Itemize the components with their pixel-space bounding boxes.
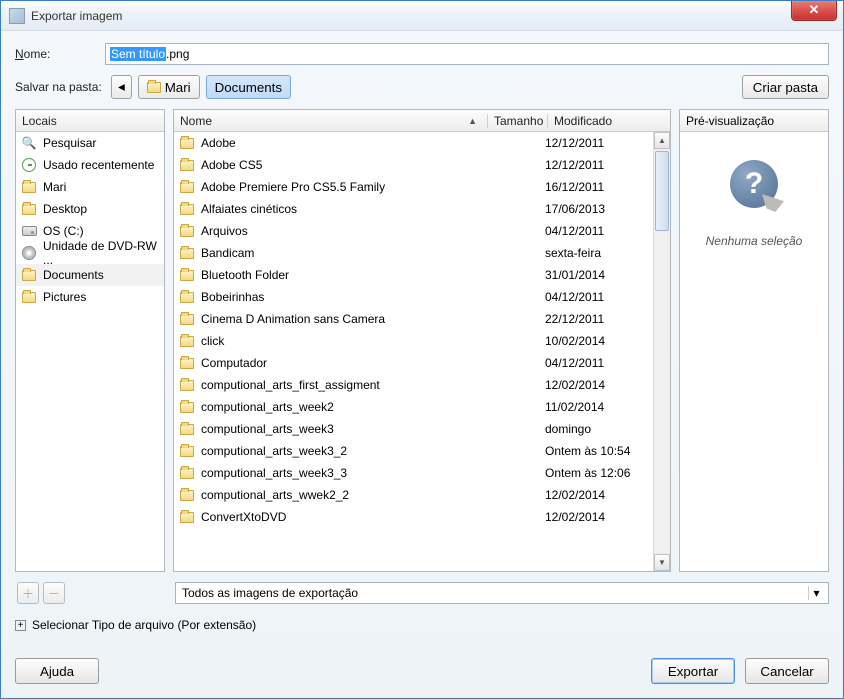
place-item[interactable]: Mari	[16, 176, 164, 198]
file-row[interactable]: ConvertXtoDVD12/02/2014	[174, 506, 653, 528]
path-row: Salvar na pasta: ◂ Mari Documents Criar …	[15, 75, 829, 99]
scroll-down-button[interactable]: ▼	[654, 554, 670, 571]
folder-icon	[179, 399, 195, 415]
export-button[interactable]: Exportar	[651, 658, 735, 684]
files-scrollbar[interactable]: ▲ ▼	[653, 132, 670, 571]
app-icon	[9, 8, 25, 24]
sort-asc-icon: ▲	[468, 116, 477, 126]
file-row[interactable]: computional_arts_first_assigment12/02/20…	[174, 374, 653, 396]
filename-ext: .png	[166, 47, 189, 61]
scroll-up-button[interactable]: ▲	[654, 132, 670, 149]
folder-icon	[179, 267, 195, 283]
file-row[interactable]: computional_arts_week3domingo	[174, 418, 653, 440]
place-item[interactable]: Pesquisar	[16, 132, 164, 154]
place-item[interactable]: Pictures	[16, 286, 164, 308]
folder-icon	[179, 333, 195, 349]
dvd-icon	[21, 245, 37, 261]
folder-icon	[179, 509, 195, 525]
path-seg-0[interactable]: Mari	[138, 75, 200, 99]
filetype-combo[interactable]: Todos as imagens de exportação ▾	[175, 582, 829, 604]
filename-row: Nome: Sem título.png	[15, 43, 829, 65]
folder-icon	[179, 245, 195, 261]
path-back-button[interactable]: ◂	[111, 75, 132, 99]
folder-icon	[147, 82, 161, 93]
panes: Locais PesquisarUsado recentementeMariDe…	[15, 109, 829, 572]
file-row[interactable]: Bobeirinhas04/12/2011	[174, 286, 653, 308]
file-row[interactable]: Arquivos04/12/2011	[174, 220, 653, 242]
search-icon	[21, 135, 37, 151]
titlebar[interactable]: Exportar imagem ✕	[1, 1, 843, 31]
file-row[interactable]: computional_arts_week3_2Ontem às 10:54	[174, 440, 653, 462]
filename-input[interactable]: Sem título.png	[105, 43, 829, 65]
plus-icon: +	[15, 620, 26, 631]
window-title: Exportar imagem	[31, 9, 122, 23]
places-list: PesquisarUsado recentementeMariDesktopOS…	[16, 132, 164, 571]
scroll-thumb[interactable]	[655, 151, 669, 231]
file-row[interactable]: computional_arts_wwek2_212/02/2014	[174, 484, 653, 506]
file-row[interactable]: Adobe12/12/2011	[174, 132, 653, 154]
preview-panel: Pré-visualização ? Nenhuma seleção	[679, 109, 829, 572]
close-button[interactable]: ✕	[791, 1, 837, 21]
drive-icon	[21, 223, 37, 239]
file-row[interactable]: click10/02/2014	[174, 330, 653, 352]
filter-row: ＋ － Todos as imagens de exportação ▾	[15, 582, 829, 604]
files-list: Adobe12/12/2011Adobe CS512/12/2011Adobe …	[174, 132, 670, 571]
export-dialog: Exportar imagem ✕ Nome: Sem título.png S…	[0, 0, 844, 699]
question-icon: ?	[730, 160, 778, 208]
file-row[interactable]: computional_arts_week3_3Ontem às 12:06	[174, 462, 653, 484]
folder-icon	[179, 135, 195, 151]
folder-icon	[179, 179, 195, 195]
folder-icon	[179, 421, 195, 437]
file-row[interactable]: Adobe CS512/12/2011	[174, 154, 653, 176]
file-row[interactable]: Computador04/12/2011	[174, 352, 653, 374]
help-button[interactable]: Ajuda	[15, 658, 99, 684]
no-selection-label: Nenhuma seleção	[706, 234, 803, 248]
file-row[interactable]: Cinema D Animation sans Camera22/12/2011	[174, 308, 653, 330]
files-panel: Nome▲ Tamanho Modificado Adobe12/12/2011…	[173, 109, 671, 572]
scroll-track[interactable]	[654, 149, 670, 554]
folder-icon	[179, 311, 195, 327]
places-panel: Locais PesquisarUsado recentementeMariDe…	[15, 109, 165, 572]
path-seg-1[interactable]: Documents	[206, 75, 291, 99]
file-row[interactable]: Bluetooth Folder31/01/2014	[174, 264, 653, 286]
places-header: Locais	[16, 110, 164, 132]
place-item[interactable]: Unidade de DVD-RW ...	[16, 242, 164, 264]
file-row[interactable]: Bandicamsexta-feira	[174, 242, 653, 264]
filename-selected: Sem título	[110, 47, 166, 61]
recent-icon	[21, 157, 37, 173]
folder-icon	[179, 377, 195, 393]
file-row[interactable]: Adobe Premiere Pro CS5.5 Family16/12/201…	[174, 176, 653, 198]
files-header[interactable]: Nome▲ Tamanho Modificado	[174, 110, 670, 132]
folder-icon	[179, 223, 195, 239]
place-item[interactable]: Documents	[16, 264, 164, 286]
dialog-body: Nome: Sem título.png Salvar na pasta: ◂ …	[1, 31, 843, 698]
folder-icon	[179, 157, 195, 173]
folder-icon	[179, 289, 195, 305]
create-folder-button[interactable]: Criar pasta	[742, 75, 829, 99]
folder-icon	[21, 267, 37, 283]
preview-header: Pré-visualização	[680, 110, 828, 132]
folder-icon	[21, 201, 37, 217]
add-bookmark-button[interactable]: ＋	[17, 582, 39, 604]
file-row[interactable]: computional_arts_week211/02/2014	[174, 396, 653, 418]
name-label: Nome:	[15, 47, 105, 61]
cancel-button[interactable]: Cancelar	[745, 658, 829, 684]
place-item[interactable]: Usado recentemente	[16, 154, 164, 176]
folder-icon	[21, 289, 37, 305]
folder-icon	[179, 487, 195, 503]
remove-bookmark-button[interactable]: －	[43, 582, 65, 604]
folder-icon	[179, 465, 195, 481]
combo-dropdown-icon[interactable]: ▾	[808, 586, 824, 600]
file-row[interactable]: Alfaiates cinéticos17/06/2013	[174, 198, 653, 220]
folder-icon	[179, 443, 195, 459]
folder-icon	[21, 179, 37, 195]
filetype-expander[interactable]: + Selecionar Tipo de arquivo (Por extens…	[15, 618, 829, 632]
folder-icon	[179, 201, 195, 217]
folder-icon	[179, 355, 195, 371]
place-item[interactable]: Desktop	[16, 198, 164, 220]
savein-label: Salvar na pasta:	[15, 80, 105, 94]
footer: Ajuda Exportar Cancelar	[15, 658, 829, 684]
